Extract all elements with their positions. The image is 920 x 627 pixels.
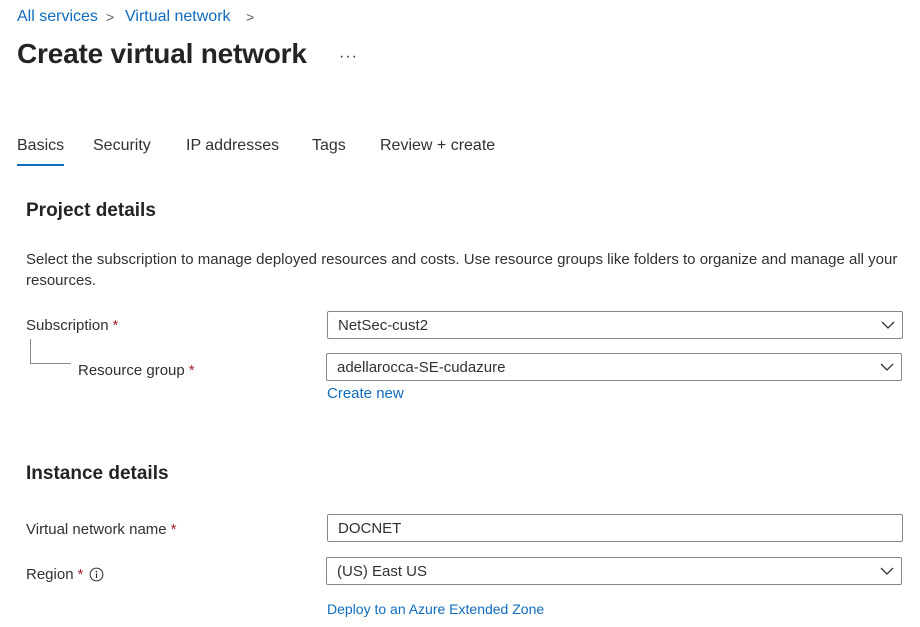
tab-active-indicator: [17, 164, 64, 166]
info-icon[interactable]: [89, 567, 104, 582]
vnet-name-input[interactable]: [327, 514, 903, 542]
required-marker: *: [77, 566, 84, 583]
subscription-value: NetSec-cust2: [338, 316, 429, 334]
instance-details-heading: Instance details: [26, 463, 169, 484]
chevron-down-icon: [874, 312, 902, 338]
tab-review-create[interactable]: Review + create: [380, 137, 495, 155]
tab-ip-addresses[interactable]: IP addresses: [186, 137, 279, 155]
project-details-heading: Project details: [26, 200, 156, 221]
subscription-label-text: Subscription: [26, 317, 109, 334]
tree-connector: [30, 339, 71, 364]
resource-group-dropdown[interactable]: adellarocca-SE-cudazure: [326, 353, 902, 381]
required-marker: *: [188, 362, 195, 379]
breadcrumb-separator: >: [106, 9, 115, 25]
resource-group-label: Resource group *: [78, 362, 195, 379]
page-title: Create virtual network: [17, 38, 307, 69]
subscription-label: Subscription *: [26, 317, 118, 334]
region-value: (US) East US: [337, 562, 428, 580]
tab-tags[interactable]: Tags: [312, 137, 346, 155]
create-new-resource-group-link[interactable]: Create new: [327, 385, 404, 402]
breadcrumb-virtual-network[interactable]: Virtual network: [125, 8, 231, 26]
vnet-name-label: Virtual network name *: [26, 521, 176, 538]
vnet-name-label-text: Virtual network name: [26, 521, 167, 538]
project-details-description: Select the subscription to manage deploy…: [26, 251, 898, 289]
deploy-extended-zone-link[interactable]: Deploy to an Azure Extended Zone: [327, 601, 544, 617]
chevron-down-icon: [873, 558, 901, 584]
tab-security[interactable]: Security: [93, 137, 151, 155]
region-dropdown[interactable]: (US) East US: [326, 557, 902, 585]
region-label-text: Region: [26, 566, 74, 583]
chevron-down-icon: [873, 354, 901, 380]
resource-group-label-text: Resource group: [78, 362, 185, 379]
required-marker: *: [170, 521, 177, 538]
more-options-button[interactable]: ···: [339, 48, 358, 66]
resource-group-value: adellarocca-SE-cudazure: [337, 358, 506, 376]
required-marker: *: [112, 317, 119, 334]
breadcrumb-all-services[interactable]: All services: [17, 8, 98, 26]
breadcrumb-separator: >: [246, 9, 255, 25]
subscription-dropdown[interactable]: NetSec-cust2: [327, 311, 903, 339]
tab-basics[interactable]: Basics: [17, 137, 64, 155]
region-label: Region *: [26, 566, 104, 583]
